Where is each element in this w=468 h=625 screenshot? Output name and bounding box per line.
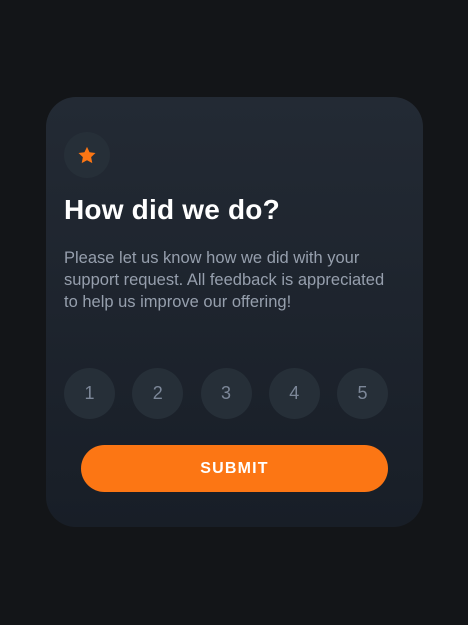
- rating-card: How did we do? Please let us know how we…: [46, 97, 423, 527]
- rating-option-1[interactable]: 1: [64, 368, 115, 419]
- rating-option-2[interactable]: 2: [132, 368, 184, 419]
- star-badge: [64, 132, 110, 178]
- rating-option-5[interactable]: 5: [337, 368, 388, 419]
- submit-button[interactable]: SUBMIT: [81, 445, 388, 492]
- rating-options: 1 2 3 4 5: [64, 368, 388, 419]
- rating-option-3[interactable]: 3: [200, 368, 252, 419]
- rating-option-4[interactable]: 4: [268, 368, 320, 419]
- card-description: Please let us know how we did with your …: [64, 249, 385, 311]
- star-icon: [78, 146, 96, 163]
- card-title: How did we do?: [64, 194, 280, 225]
